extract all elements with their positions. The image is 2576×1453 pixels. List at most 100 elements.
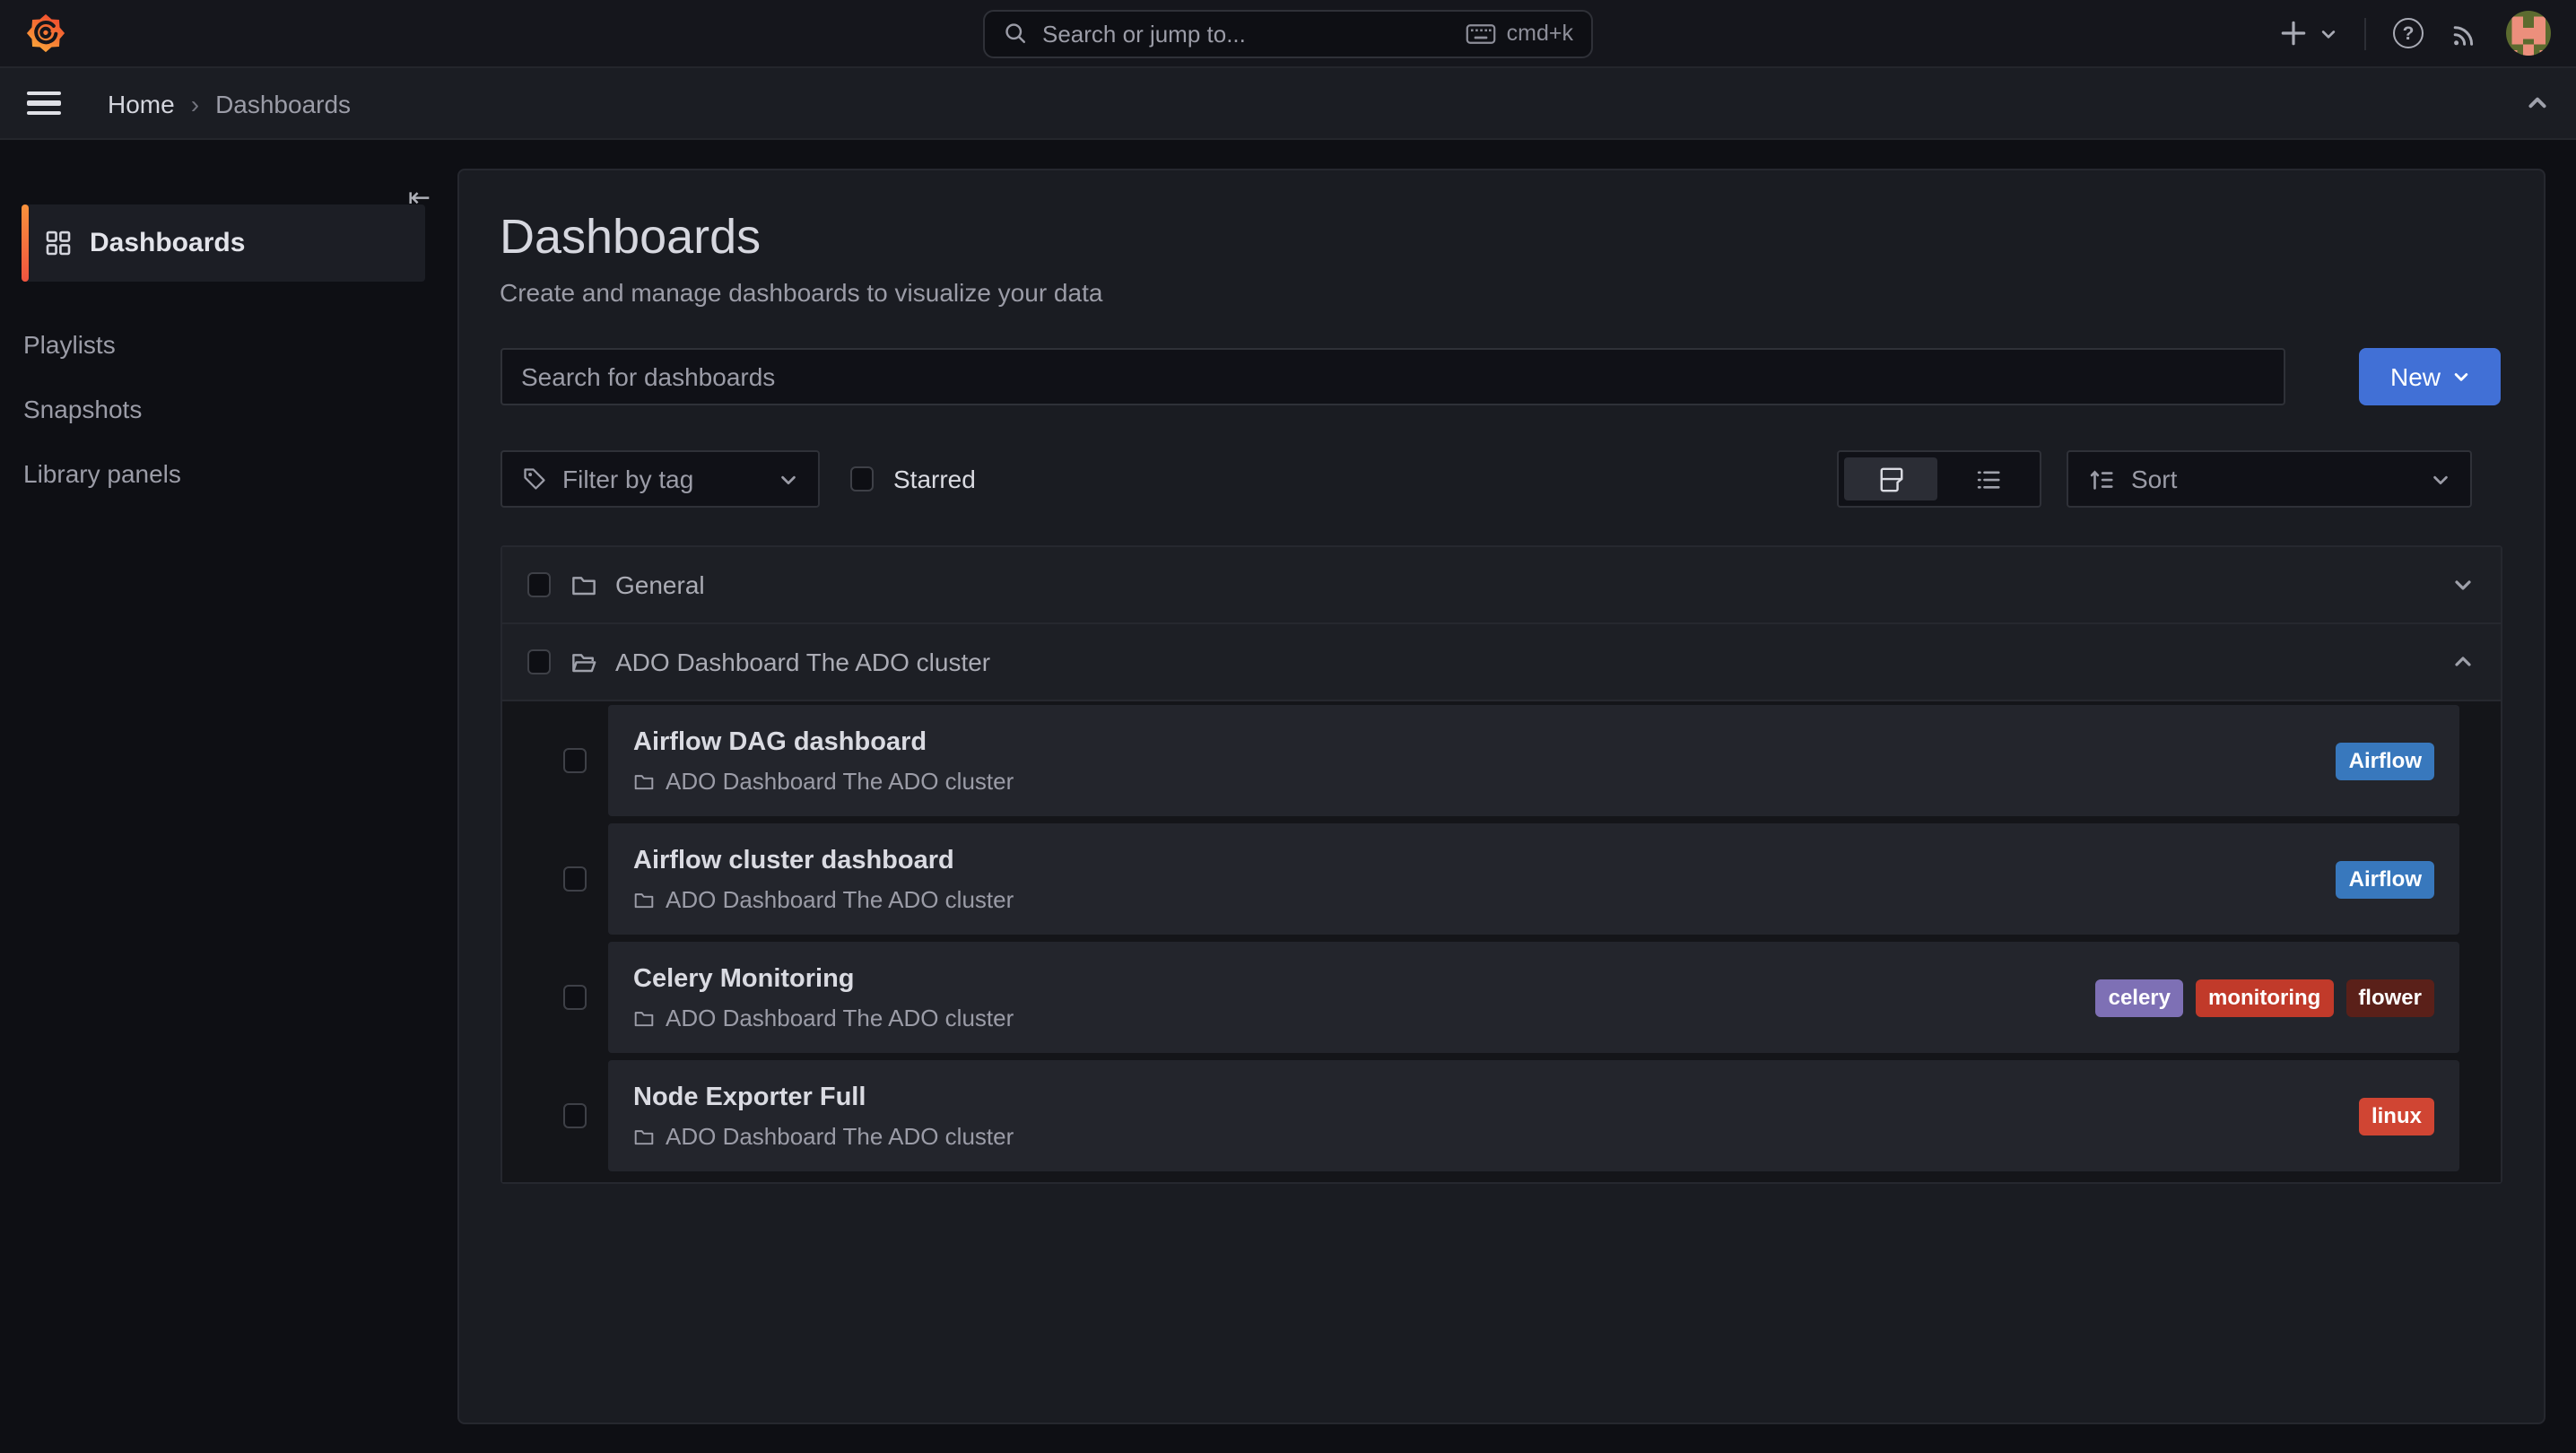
dashboard-card[interactable]: Celery Monitoring ADO Dashboard The ADO c…: [608, 942, 2459, 1053]
dashboard-info: Airflow cluster dashboard ADO Dashboard T…: [633, 845, 2337, 913]
global-search-placeholder: Search or jump to...: [1042, 20, 1246, 47]
tag-flower[interactable]: flower: [2345, 979, 2434, 1016]
sort-label: Sort: [2131, 465, 2177, 493]
dashboard-folder-name: ADO Dashboard The ADO cluster: [666, 1123, 1014, 1150]
dashboard-title: Celery Monitoring: [633, 963, 2096, 996]
folder-row[interactable]: General: [501, 547, 2500, 624]
keyboard-shortcut: cmd+k: [1466, 21, 1573, 46]
dashboards-page: Dashboards Create and manage dashboards …: [457, 169, 2546, 1423]
view-mode-toggle: [1837, 450, 2041, 508]
dashboard-info: Airflow DAG dashboard ADO Dashboard The A…: [633, 726, 2337, 795]
dashboard-checkbox[interactable]: [562, 749, 587, 773]
sidebar-item-playlists[interactable]: Playlists: [0, 312, 456, 377]
folder-dashboards: Airflow DAG dashboard ADO Dashboard The A…: [501, 701, 2500, 1182]
folder-icon: [633, 770, 655, 792]
dashboard-search-input[interactable]: Search for dashboards: [500, 348, 2285, 405]
list-view-button[interactable]: [1941, 457, 2034, 500]
tag-celery[interactable]: celery: [2096, 979, 2183, 1016]
folder-view-button[interactable]: [1844, 457, 1937, 500]
tag-Airflow[interactable]: Airflow: [2337, 742, 2434, 779]
breadcrumb: Home › Dashboards: [108, 89, 351, 117]
folder-icon: [633, 1126, 655, 1147]
sort-icon: [2088, 465, 2115, 492]
global-search-input[interactable]: Search or jump to... cmd+k: [983, 9, 1593, 57]
breadcrumb-current: Dashboards: [215, 89, 351, 117]
folder-row[interactable]: ADO Dashboard The ADO cluster: [501, 624, 2500, 701]
breadcrumb-home-link[interactable]: Home: [108, 89, 175, 117]
new-quick-add-button[interactable]: [2278, 18, 2337, 48]
menu-toggle-icon[interactable]: [27, 91, 61, 115]
breadcrumb-bar: Home › Dashboards: [0, 66, 2576, 140]
folder-checkbox[interactable]: [527, 650, 551, 674]
chevron-down-icon: [2319, 24, 2337, 42]
grafana-logo-icon[interactable]: [25, 13, 66, 54]
dashboard-info: Celery Monitoring ADO Dashboard The ADO c…: [633, 963, 2096, 1031]
folder-icon: [570, 571, 597, 598]
section-nav-sidebar: ⇤ Dashboards Playlists Snapshots Library…: [0, 142, 456, 1453]
dashboard-title: Node Exporter Full: [633, 1082, 2359, 1114]
dashboard-title: Airflow DAG dashboard: [633, 726, 2337, 759]
dashboard-row: Node Exporter Full ADO Dashboard The ADO …: [501, 1057, 2500, 1175]
dashboard-search-placeholder: Search for dashboards: [521, 362, 775, 391]
tag-monitoring[interactable]: monitoring: [2196, 979, 2333, 1016]
dashboard-card[interactable]: Node Exporter Full ADO Dashboard The ADO …: [608, 1060, 2459, 1171]
page-title: Dashboards: [500, 206, 2501, 267]
page-subtitle: Create and manage dashboards to visualiz…: [500, 278, 2501, 307]
sort-select[interactable]: Sort: [2067, 450, 2472, 508]
sidebar-item-library-panels[interactable]: Library panels: [0, 441, 456, 506]
dashboard-info: Node Exporter Full ADO Dashboard The ADO …: [633, 1082, 2359, 1150]
dashboard-tags: Airflow: [2337, 742, 2434, 779]
dashboard-folder-list: GeneralADO Dashboard The ADO clusterAirf…: [500, 545, 2502, 1184]
dashboard-folder-name: ADO Dashboard The ADO cluster: [666, 1005, 1014, 1031]
top-bar: Search or jump to... cmd+k ?: [0, 0, 2576, 66]
dashboard-tags: Airflow: [2337, 860, 2434, 898]
starred-checkbox[interactable]: [849, 467, 874, 492]
search-icon: [1003, 21, 1028, 46]
filter-by-tag-select[interactable]: Filter by tag: [500, 450, 819, 508]
sidebar-item-snapshots[interactable]: Snapshots: [0, 377, 456, 441]
help-icon[interactable]: ?: [2393, 18, 2424, 48]
dashboard-row: Celery Monitoring ADO Dashboard The ADO c…: [501, 938, 2500, 1057]
sidebar-active-label: Dashboards: [90, 228, 245, 258]
chevron-down-icon: [2431, 469, 2450, 489]
dashboards-grid-icon: [45, 230, 72, 257]
dashboard-folder-name: ADO Dashboard The ADO cluster: [666, 886, 1014, 913]
dashboard-tags: celery monitoring flower: [2096, 979, 2434, 1016]
news-rss-icon[interactable]: [2450, 19, 2479, 48]
dashboard-card[interactable]: Airflow DAG dashboard ADO Dashboard The A…: [608, 705, 2459, 816]
filter-by-tag-label: Filter by tag: [562, 465, 693, 493]
plus-icon: [2278, 18, 2309, 48]
tag-Airflow[interactable]: Airflow: [2337, 860, 2434, 898]
chevron-up-icon[interactable]: [2526, 91, 2549, 115]
chevron-down-icon: [778, 469, 797, 489]
breadcrumb-separator: ›: [191, 89, 199, 117]
user-avatar[interactable]: [2506, 11, 2551, 56]
dashboard-checkbox[interactable]: [562, 867, 587, 892]
chevron-down-icon[interactable]: [2451, 574, 2473, 596]
starred-label: Starred: [893, 465, 976, 493]
folder-checkbox[interactable]: [527, 573, 551, 597]
folder-name: General: [615, 570, 705, 599]
starred-filter[interactable]: Starred: [849, 465, 976, 493]
dashboard-checkbox[interactable]: [562, 986, 587, 1010]
dashboard-row: Airflow DAG dashboard ADO Dashboard The A…: [501, 701, 2500, 820]
tag-icon: [521, 466, 546, 492]
dashboard-card[interactable]: Airflow cluster dashboard ADO Dashboard T…: [608, 823, 2459, 935]
new-button[interactable]: New: [2359, 348, 2501, 405]
sidebar-item-dashboards[interactable]: Dashboards: [22, 204, 425, 282]
dashboard-checkbox[interactable]: [562, 1104, 587, 1128]
dashboard-row: Airflow cluster dashboard ADO Dashboard T…: [501, 820, 2500, 938]
sidebar-nav: Playlists Snapshots Library panels: [0, 312, 456, 506]
dashboard-folder-name: ADO Dashboard The ADO cluster: [666, 768, 1014, 795]
folder-icon: [633, 1007, 655, 1029]
dashboard-title: Airflow cluster dashboard: [633, 845, 2337, 877]
tag-linux[interactable]: linux: [2359, 1097, 2434, 1135]
divider: [2364, 17, 2366, 49]
dashboard-tags: linux: [2359, 1097, 2434, 1135]
keyboard-icon: [1466, 23, 1496, 43]
grafana-app: Search or jump to... cmd+k ?: [0, 0, 2576, 1453]
folder-name: ADO Dashboard The ADO cluster: [615, 648, 990, 676]
chevron-up-icon[interactable]: [2451, 651, 2473, 673]
folder-open-icon: [570, 648, 597, 675]
folder-icon: [633, 889, 655, 910]
